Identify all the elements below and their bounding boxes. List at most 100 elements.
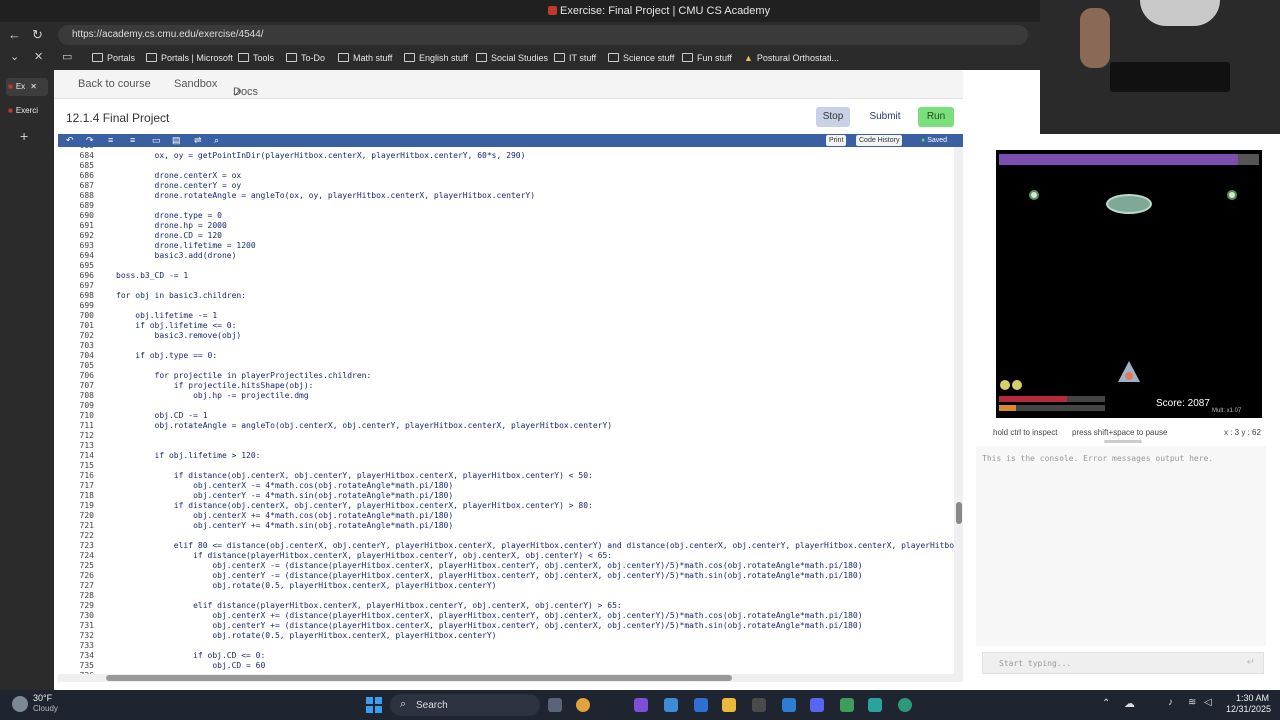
notes-icon[interactable] (840, 698, 854, 712)
code-line[interactable]: drone.rotateAngle = angleTo(ox, oy, play… (116, 191, 536, 200)
discord-icon[interactable] (810, 698, 824, 712)
code-editor[interactable]: 683684 ox, oy = getPointInDir(playerHitb… (58, 147, 954, 680)
bookmark-fun[interactable]: Fun stuff (682, 53, 732, 63)
edge-icon[interactable] (868, 698, 882, 712)
outlook-icon[interactable] (782, 698, 796, 712)
back-to-course-link[interactable]: Back to course (78, 78, 151, 90)
code-line[interactable]: obj.hp -= projectile.dmg (116, 391, 309, 400)
tray-chevron-icon[interactable]: ⌃ (1102, 698, 1110, 709)
chrome-icon[interactable] (576, 698, 590, 712)
stop-button[interactable]: Stop (816, 107, 850, 127)
code-line[interactable]: obj.centerX -= 4*math.cos(obj.rotateAngl… (116, 481, 453, 490)
bookmark-english[interactable]: English stuff (404, 53, 468, 63)
print-button[interactable]: Print (826, 135, 847, 146)
enter-icon[interactable]: ↵ (1247, 657, 1255, 668)
wifi-icon[interactable]: ≋ (1188, 697, 1196, 708)
bookmark-postural[interactable]: ▲ Postural Orthostati... (744, 53, 839, 63)
browser-icon[interactable] (898, 698, 912, 712)
bookmark-tools[interactable]: Tools (238, 53, 274, 63)
bookmark-portals-microsoft[interactable]: Portals | Microsoft (146, 53, 233, 63)
submit-button[interactable]: Submit (862, 107, 908, 127)
tab-exercise[interactable]: ■ Exerci (6, 102, 48, 120)
code-line[interactable]: boss.b3_CD -= 1 (116, 271, 188, 280)
code-line[interactable]: if distance(playerHitbox.centerX, player… (116, 551, 612, 560)
code-line[interactable]: drone.centerX = ox (116, 171, 242, 180)
code-line[interactable]: obj.rotateAngle = angleTo(obj.centerX, o… (116, 421, 613, 430)
code-line[interactable]: obj.rotate(0.5, playerHitbox.centerX, pl… (116, 631, 496, 640)
code-line[interactable]: obj.centerY += (distance(playerHitbox.ce… (116, 621, 862, 630)
settings-icon[interactable] (752, 698, 766, 712)
app-icon[interactable] (634, 698, 648, 712)
redo-icon[interactable]: ↷ (86, 135, 94, 146)
code-line[interactable]: obj.lifetime -= 1 (116, 311, 217, 320)
code-line[interactable]: if distance(obj.centerX, obj.centerY, pl… (116, 501, 593, 510)
bookmark-social-studies[interactable]: Social Studies (476, 53, 548, 63)
task-view-icon[interactable] (548, 698, 562, 712)
mic-icon[interactable]: ♪ (1168, 697, 1173, 708)
code-line[interactable]: if obj.lifetime <= 0: (116, 321, 236, 330)
clock-date[interactable]: 12/31/2025 (1226, 704, 1271, 714)
code-line[interactable]: basic3.remove(obj) (116, 331, 242, 340)
code-line[interactable]: for obj in basic3.children: (116, 291, 246, 300)
bookmark-it[interactable]: IT stuff (554, 53, 596, 63)
code-line[interactable]: obj.rotate(0.5, playerHitbox.centerX, pl… (116, 581, 496, 590)
clock-time[interactable]: 1:30 AM (1236, 693, 1269, 703)
code-line[interactable]: if obj.lifetime > 120: (116, 451, 261, 460)
collapse-icon[interactable]: ⌄ (10, 50, 19, 63)
code-line[interactable]: elif distance(playerHitbox.centerX, play… (116, 601, 622, 610)
console-input[interactable]: Start typing... ↵ (982, 652, 1264, 674)
copilot-icon[interactable] (664, 698, 678, 712)
store-icon[interactable] (694, 698, 708, 712)
editor-horizontal-scrollbar[interactable] (58, 674, 964, 682)
scroll-thumb[interactable] (956, 502, 962, 524)
code-line[interactable]: obj.centerY -= (distance(playerHitbox.ce… (116, 571, 862, 580)
code-history-button[interactable]: Code History (856, 135, 903, 146)
start-icon[interactable] (366, 697, 382, 713)
close-tab-icon[interactable]: ✕ (34, 50, 43, 63)
code-line[interactable]: if obj.type == 0: (116, 351, 217, 360)
code-line[interactable]: basic3.add(drone) (116, 251, 237, 260)
volume-icon[interactable]: ◁ (1204, 697, 1212, 708)
code-line[interactable]: ox, oy = getPointInDir(playerHitbox.cent… (116, 151, 526, 160)
code-line[interactable]: drone.centerY = oy (116, 181, 242, 190)
panel-resize-handle[interactable] (1104, 440, 1142, 443)
sandbox-link[interactable]: Sandbox (174, 78, 217, 90)
search-box[interactable]: ⌕ Search (390, 694, 540, 716)
dedent-icon[interactable]: ≡ (130, 135, 135, 145)
wrap-icon[interactable]: ⇌ (194, 135, 202, 146)
comment-icon[interactable]: ▭ (152, 135, 161, 146)
search-icon[interactable]: ⌕ (214, 135, 219, 146)
code-line[interactable]: obj.centerX += (distance(playerHitbox.ce… (116, 611, 862, 620)
indent-icon[interactable]: ≡ (108, 135, 113, 145)
code-line[interactable]: obj.centerX += 4*math.cos(obj.rotateAngl… (116, 511, 453, 520)
format-icon[interactable]: ▤ (172, 135, 181, 146)
bookmark-science[interactable]: Science stuff (608, 53, 674, 63)
code-line[interactable]: obj.centerY += 4*math.sin(obj.rotateAngl… (116, 521, 453, 530)
reload-icon[interactable]: ↻ (32, 27, 43, 43)
code-line[interactable]: elif 80 <= distance(obj.centerX, obj.cen… (116, 541, 954, 550)
file-explorer-icon[interactable] (722, 698, 736, 712)
close-tab-icon[interactable]: ✕ (30, 82, 37, 91)
game-canvas[interactable]: Score: 2087 Mult: x1.07 (996, 150, 1262, 418)
run-button[interactable]: Run (918, 107, 954, 127)
bookmark-math[interactable]: Math stuff (338, 53, 392, 63)
code-line[interactable]: obj.centerY -= 4*math.sin(obj.rotateAngl… (116, 491, 453, 500)
code-line[interactable]: if obj.CD <= 0: (116, 651, 265, 660)
code-line[interactable]: if distance(obj.centerX, obj.centerY, pl… (116, 471, 593, 480)
code-line[interactable]: drone.type = 0 (116, 211, 222, 220)
url-field[interactable]: https://academy.cs.cmu.edu/exercise/4544… (58, 25, 1028, 45)
code-line[interactable]: drone.hp = 2000 (116, 221, 227, 230)
bookmark-portals[interactable]: Portals (92, 53, 135, 63)
code-line[interactable]: if projectile.hitsShape(obj): (116, 381, 314, 390)
code-line[interactable]: obj.CD = 60 (116, 661, 265, 670)
code-line[interactable]: for projectile in playerProjectiles.chil… (116, 371, 372, 380)
undo-icon[interactable]: ↶ (66, 135, 74, 146)
onedrive-icon[interactable]: ☁ (1124, 697, 1135, 710)
code-line[interactable]: drone.lifetime = 1200 (116, 241, 256, 250)
back-arrow-icon[interactable]: ← (8, 27, 21, 42)
tab-exercise-active[interactable]: ■ Ex ✕ (6, 78, 48, 96)
scroll-thumb[interactable] (106, 675, 732, 681)
new-tab-icon[interactable]: + (20, 128, 28, 144)
code-line[interactable]: obj.CD -= 1 (116, 411, 208, 420)
code-line[interactable]: obj.centerX -= (distance(playerHitbox.ce… (116, 561, 862, 570)
